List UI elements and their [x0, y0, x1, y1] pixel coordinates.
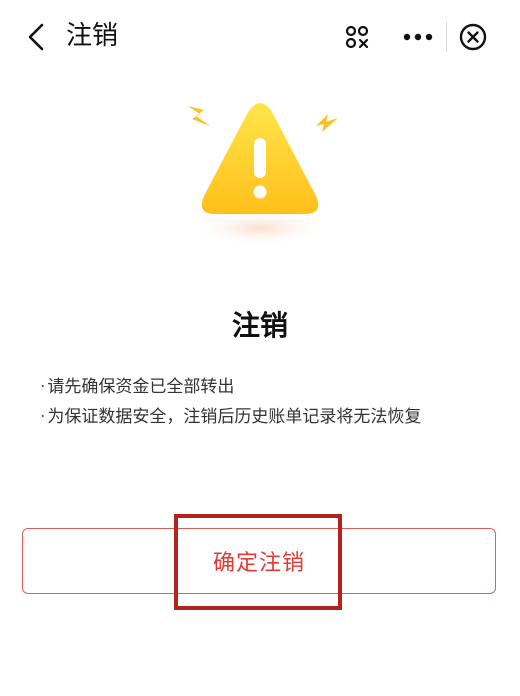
- mini-program-button[interactable]: [340, 22, 374, 52]
- tip-item: · 为保证数据安全，注销后历史账单记录将无法恢复: [40, 402, 500, 432]
- back-arrow-icon: [28, 23, 44, 51]
- nav-title: 注销: [66, 21, 119, 51]
- nav-divider: [446, 22, 447, 52]
- mini-program-icon: [345, 25, 369, 49]
- close-button[interactable]: [456, 20, 490, 54]
- back-button[interactable]: [18, 20, 54, 54]
- tip-bullet: ·: [40, 377, 46, 397]
- tip-text: 为保证数据安全，注销后历史账单记录将无法恢复: [47, 407, 422, 427]
- tip-bullet: ·: [40, 407, 46, 427]
- tip-text: 请先确保资金已全部转出: [47, 377, 235, 397]
- navigation-bar: 注销: [0, 0, 520, 72]
- confirm-deregister-button[interactable]: 确定注销: [22, 528, 496, 594]
- warning-illustration: [170, 92, 350, 252]
- tips-list: · 请先确保资金已全部转出 · 为保证数据安全，注销后历史账单记录将无法恢复: [40, 372, 500, 432]
- warning-triangle-icon: [188, 103, 338, 246]
- more-icon: [403, 33, 433, 41]
- confirm-deregister-label: 确定注销: [212, 551, 305, 576]
- tip-item: · 请先确保资金已全部转出: [40, 372, 500, 402]
- page-title: 注销: [231, 309, 288, 342]
- close-icon: [459, 23, 487, 51]
- more-button[interactable]: [398, 22, 438, 52]
